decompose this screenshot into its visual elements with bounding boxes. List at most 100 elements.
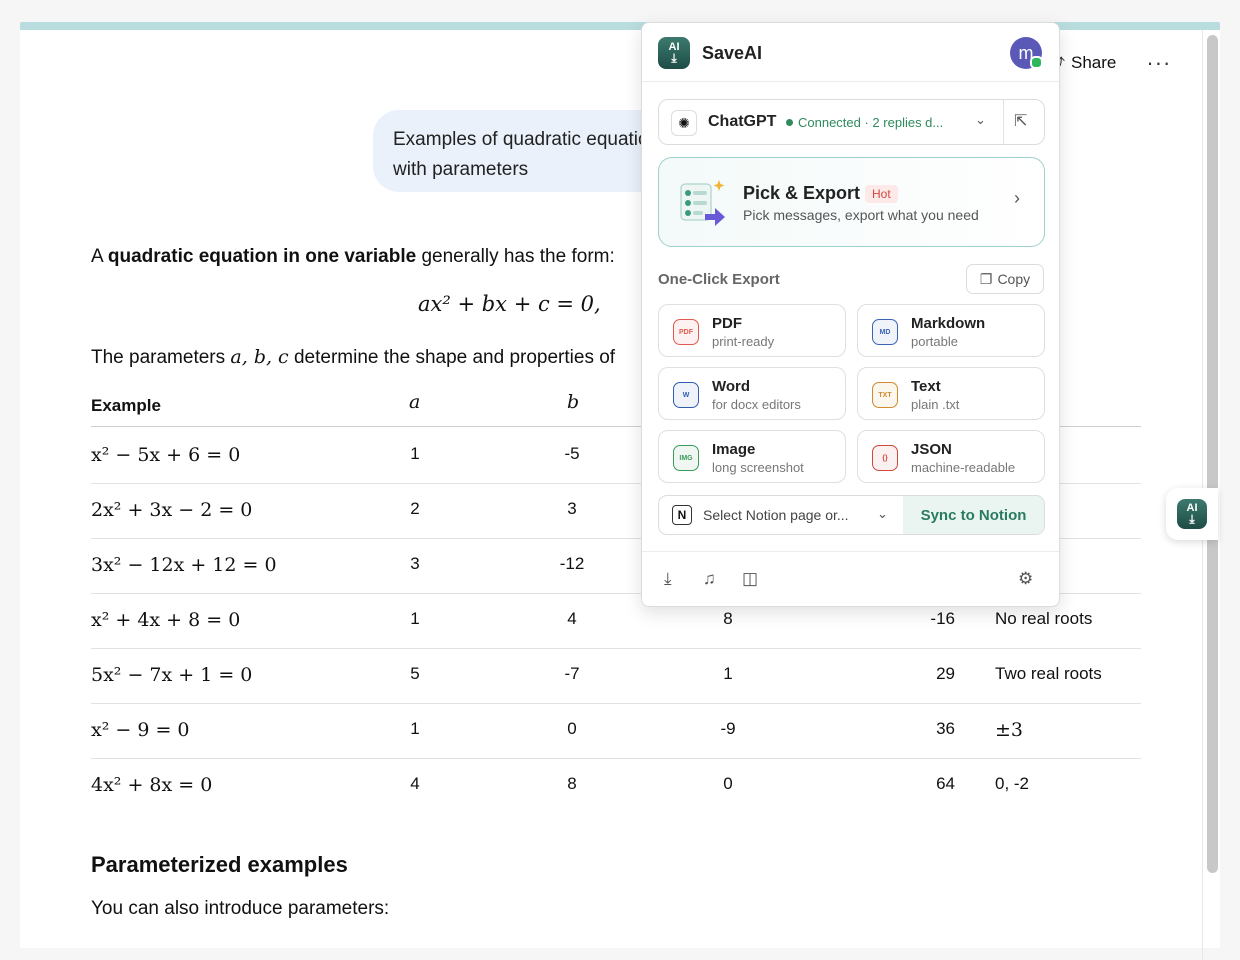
table-cell-b: 8 — [567, 774, 577, 793]
open-external-icon[interactable]: ⇱ — [1014, 111, 1027, 131]
source-status: Connected · 2 replies d... — [786, 115, 943, 130]
settings-sliders-icon[interactable]: ⚙ — [1018, 569, 1033, 589]
section-heading: Parameterized examples — [91, 852, 348, 877]
table-header-example: Example — [91, 396, 161, 415]
params-vars: a, b, c — [230, 346, 289, 368]
share-label: Share — [1071, 53, 1117, 72]
more-options-button[interactable]: ··· — [1146, 50, 1171, 76]
table-cell-b: -7 — [564, 664, 580, 683]
intro-bold: quadratic equation in one variable — [107, 246, 417, 267]
hot-badge: Hot — [865, 185, 898, 203]
export-text-button[interactable]: TXT Text plain .txt — [857, 367, 1045, 420]
equation-cell: 2x² + 3x − 2 = 0 — [91, 499, 253, 521]
download-icon[interactable]: ⤓ — [664, 569, 672, 589]
user-message-bubble: Examples of quadratic equations with par… — [373, 110, 673, 192]
popup-header: AI ⤓ SaveAI — [658, 37, 762, 69]
table-cell-d: 64 — [936, 774, 955, 793]
export-name: PDF — [712, 315, 742, 332]
header-divider — [642, 81, 1059, 82]
export-subtitle: portable — [911, 334, 958, 349]
table-cell-d: 36 — [936, 719, 955, 738]
saveai-logo-icon: AI ⤓ — [1177, 499, 1207, 529]
export-subtitle: long screenshot — [712, 460, 804, 475]
table-cell-a: 1 — [410, 444, 420, 463]
saveai-logo-icon: AI ⤓ — [658, 37, 690, 69]
table-cell-b: -12 — [559, 554, 585, 573]
export-word-button[interactable]: W Word for docx editors — [658, 367, 846, 420]
saveai-float-button[interactable]: AI ⤓ — [1166, 488, 1218, 540]
source-divider — [1003, 100, 1004, 144]
image-file-icon: IMG — [673, 445, 699, 471]
table-cell-b: 3 — [567, 499, 577, 518]
copy-icon: ❐ — [979, 270, 993, 287]
table-cell-c: 8 — [723, 609, 733, 628]
table-cell-a: 2 — [410, 499, 420, 518]
equation-cell: x² + 4x + 8 = 0 — [91, 609, 241, 631]
footer-divider — [642, 551, 1059, 552]
top-actions: ⤴ Share ··· — [1050, 50, 1171, 76]
export-name: Text — [911, 378, 941, 395]
export-pdf-button[interactable]: PDF PDF print-ready — [658, 304, 846, 357]
table-cell-a: 4 — [410, 774, 420, 793]
equation-cell: 4x² + 8x = 0 — [91, 774, 213, 796]
json-file-icon: {} — [872, 445, 898, 471]
pick-export-card[interactable]: Pick & Export Hot Pick messages, export … — [658, 157, 1045, 247]
pick-export-title: Pick & Export — [743, 183, 861, 203]
table-header-b: b — [567, 391, 580, 413]
table-cell-c: -9 — [720, 719, 736, 738]
one-click-export-label: One-Click Export — [658, 271, 780, 288]
brand-name: SaveAI — [702, 42, 763, 63]
chevron-right-icon: › — [1014, 188, 1020, 208]
export-subtitle: print-ready — [712, 334, 775, 349]
pick-export-illustration-icon — [680, 180, 725, 226]
source-status-text: Connected · 2 replies d... — [798, 115, 944, 130]
user-avatar[interactable]: m — [1010, 37, 1043, 69]
export-subtitle: machine-readable — [911, 460, 1016, 475]
intro-post: generally has the form: — [416, 246, 615, 267]
table-cell-roots: Two real roots — [995, 664, 1102, 683]
table-cell-roots: 0, -2 — [995, 774, 1030, 793]
table-cell-roots: ±3 — [995, 719, 1024, 741]
table-cell-a: 1 — [410, 609, 420, 628]
params-post: determine the shape and properties of — [288, 347, 616, 368]
export-json-button[interactable]: {} JSON machine-readable — [857, 430, 1045, 483]
copy-button[interactable]: ❐ Copy — [966, 264, 1044, 294]
notion-row: N Select Notion page or... ⌄ Sync to Not… — [658, 495, 1045, 535]
chevron-down-icon[interactable]: ⌄ — [877, 506, 888, 522]
intro-paragraph: A quadratic equation in one variable gen… — [91, 246, 615, 268]
table-cell-b: 0 — [567, 719, 577, 738]
page-scrollbar[interactable] — [1207, 35, 1218, 873]
section-paragraph: You can also introduce parameters: — [91, 898, 390, 919]
chevron-down-icon[interactable]: ⌄ — [975, 112, 986, 128]
equation-cell: x² − 5x + 6 = 0 — [91, 444, 241, 466]
chatgpt-icon: ✺ — [671, 110, 697, 136]
table-cell-d: -16 — [930, 609, 955, 628]
export-markdown-button[interactable]: MD Markdown portable — [857, 304, 1045, 357]
intro-pre: A — [91, 246, 108, 267]
table-cell-b: -5 — [564, 444, 580, 463]
word-file-icon: W — [673, 382, 699, 408]
export-name: JSON — [911, 441, 952, 458]
source-selector[interactable]: ✺ ChatGPT Connected · 2 replies d... ⌄ ⇱ — [658, 99, 1045, 145]
pdf-file-icon: PDF — [673, 319, 699, 345]
export-name: Word — [712, 378, 751, 395]
headset-icon[interactable]: ♫ — [703, 569, 716, 589]
table-header-a: a — [409, 391, 421, 413]
table-cell-c: 0 — [723, 774, 733, 793]
export-image-button[interactable]: IMG Image long screenshot — [658, 430, 846, 483]
copy-label: Copy — [997, 271, 1031, 287]
equation-cell: 3x² − 12x + 12 = 0 — [91, 554, 277, 576]
export-name: Markdown — [911, 315, 986, 332]
user-message-text: Examples of quadratic equations with par… — [393, 129, 669, 180]
sidebar-panel-icon[interactable]: ◫ — [742, 569, 758, 589]
notion-page-select[interactable]: Select Notion page or... — [703, 507, 849, 523]
sync-to-notion-button[interactable]: Sync to Notion — [903, 496, 1044, 534]
table-row-divider — [91, 758, 1141, 759]
table-cell-b: 4 — [567, 609, 577, 628]
table-row-divider — [91, 703, 1141, 704]
params-pre: The parameters — [91, 347, 231, 368]
equation-cell: 5x² − 7x + 1 = 0 — [91, 664, 253, 686]
saveai-popup: AI ⤓ SaveAI m ✺ ChatGPT Connected · 2 rep… — [641, 22, 1060, 607]
equation-cell: x² − 9 = 0 — [91, 719, 190, 741]
table-cell-roots: No real roots — [995, 609, 1093, 628]
